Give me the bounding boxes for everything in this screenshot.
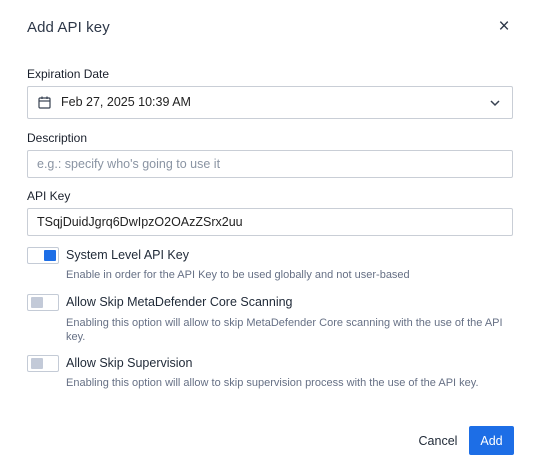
add-api-key-dialog: Add API key × Expiration Date Feb 27, 20…: [0, 0, 539, 473]
allow-skip-core-scanning-label: Allow Skip MetaDefender Core Scanning: [66, 295, 293, 309]
system-level-api-key-toggle[interactable]: [27, 247, 59, 264]
description-input[interactable]: [28, 151, 512, 177]
expiration-date-picker[interactable]: Feb 27, 2025 10:39 AM: [27, 86, 513, 119]
description-label: Description: [27, 131, 88, 145]
expiration-date-value: Feb 27, 2025 10:39 AM: [61, 95, 191, 109]
api-key-label: API Key: [27, 189, 71, 203]
api-key-input[interactable]: [28, 209, 512, 235]
description-field-wrapper: [27, 150, 513, 178]
calendar-icon: [38, 96, 51, 109]
allow-skip-supervision-description: Enabling this option will allow to skip …: [66, 377, 479, 389]
system-level-api-key-label: System Level API Key: [66, 248, 189, 262]
dialog-title: Add API key: [27, 19, 110, 36]
allow-skip-supervision-label: Allow Skip Supervision: [66, 356, 193, 370]
chevron-down-icon: [490, 100, 500, 107]
expiration-date-label: Expiration Date: [27, 67, 110, 81]
system-level-api-key-description: Enable in order for the API Key to be us…: [66, 269, 410, 281]
cancel-button[interactable]: Cancel: [412, 428, 464, 454]
add-button[interactable]: Add: [469, 426, 514, 455]
toggle-knob: [44, 250, 56, 261]
toggle-knob: [31, 358, 43, 369]
api-key-field-wrapper: [27, 208, 513, 236]
toggle-knob: [31, 297, 43, 308]
close-icon[interactable]: ×: [494, 16, 514, 38]
allow-skip-supervision-toggle[interactable]: [27, 355, 59, 372]
allow-skip-core-scanning-description: Enabling this option will allow to skip …: [66, 317, 503, 343]
allow-skip-core-scanning-toggle[interactable]: [27, 294, 59, 311]
